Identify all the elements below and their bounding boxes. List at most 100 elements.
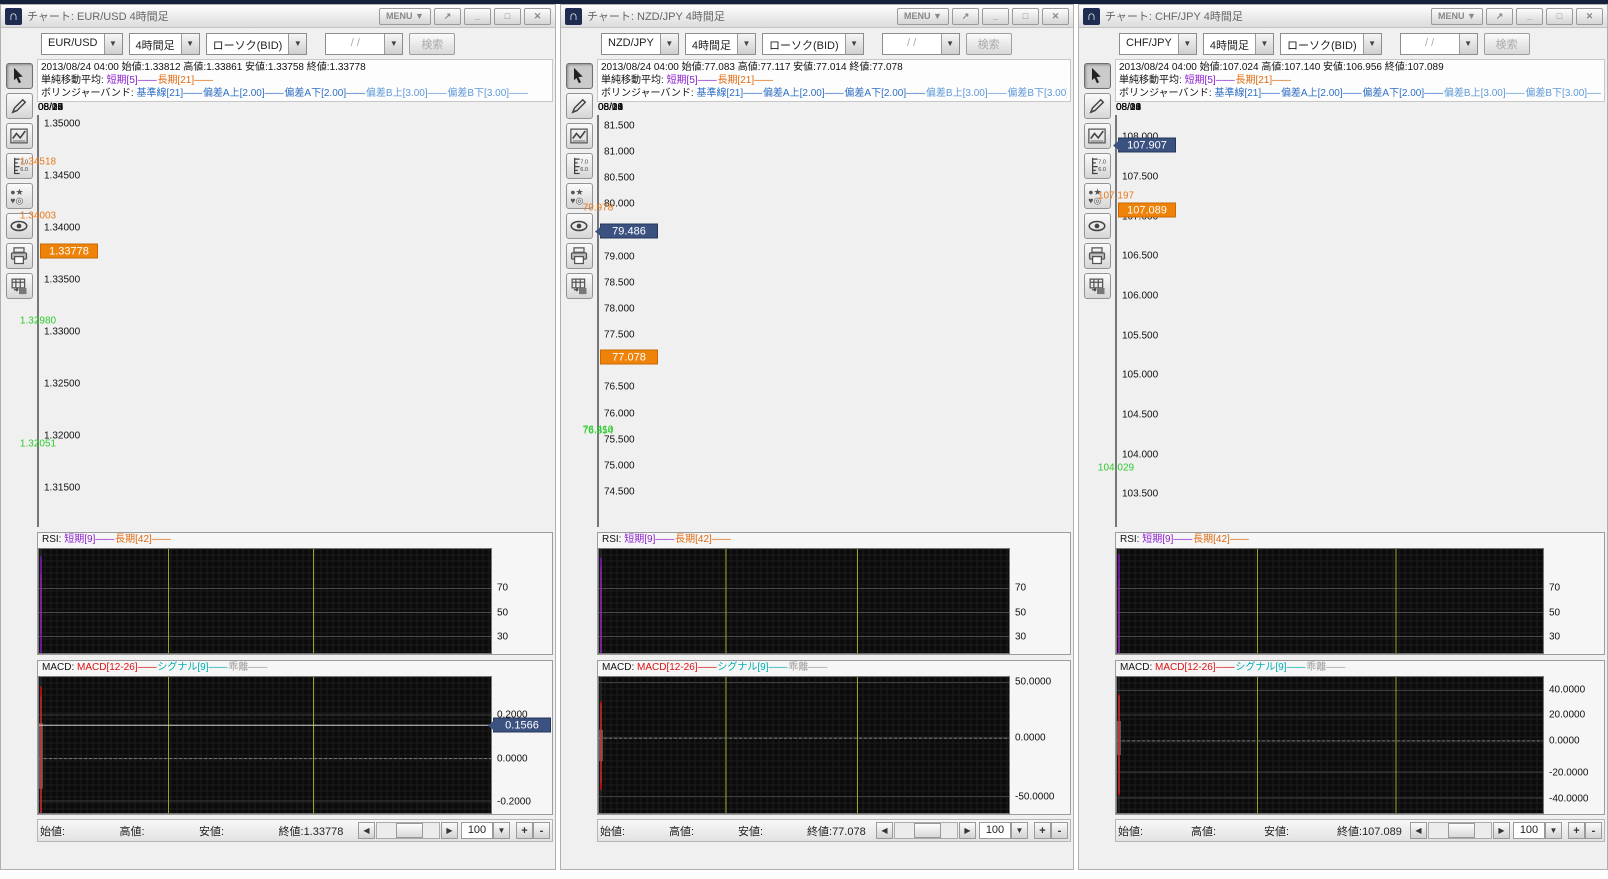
price-tick: 107.500 bbox=[1122, 171, 1158, 182]
export-tool-button[interactable] bbox=[566, 273, 593, 299]
minimize-button[interactable]: _ bbox=[464, 8, 491, 25]
bars-count-dropdown[interactable]: ▼ bbox=[1545, 822, 1562, 839]
legend-prefix: MACD: bbox=[602, 662, 637, 673]
legend-item: 偏差A上[2.00] bbox=[763, 88, 825, 99]
date-input[interactable]: / /▼ bbox=[325, 33, 403, 55]
pair-select[interactable]: EUR/USD▼ bbox=[41, 33, 123, 55]
scroll-right-button[interactable]: ▶ bbox=[959, 822, 976, 839]
date-input[interactable]: / /▼ bbox=[882, 33, 960, 55]
popout-button[interactable]: ↗ bbox=[952, 8, 979, 25]
timeframe-select[interactable]: 4時間足▼ bbox=[1203, 33, 1274, 55]
indicator-tool-button[interactable] bbox=[566, 123, 593, 149]
macd-plot[interactable] bbox=[38, 676, 492, 814]
rsi-plot[interactable] bbox=[1116, 548, 1544, 654]
menu-button[interactable]: MENU ▼ bbox=[897, 8, 949, 25]
scale-tool-button[interactable]: 7.06.0 bbox=[566, 153, 593, 179]
export-tool-button[interactable] bbox=[6, 273, 33, 299]
bollinger-legend: ボリンジャーバンド: 基準線[21]—— 偏差A上[2.00]—— 偏差A下[2… bbox=[41, 87, 549, 100]
legend-item: 偏差A上[2.00] bbox=[1281, 88, 1343, 99]
zoom-out-button[interactable]: - bbox=[1051, 822, 1068, 839]
cursor-tool-button[interactable] bbox=[6, 63, 33, 89]
chart-scrollbar[interactable] bbox=[376, 822, 440, 839]
pencil-tool-button[interactable] bbox=[1084, 93, 1111, 119]
print-tool-button[interactable] bbox=[1084, 243, 1111, 269]
chevron-down-icon: ▼ bbox=[104, 34, 122, 54]
menu-button[interactable]: MENU ▼ bbox=[1431, 8, 1483, 25]
cursor-tool-button[interactable] bbox=[566, 63, 593, 89]
indicator-tool-button[interactable] bbox=[1084, 123, 1111, 149]
print-tool-button[interactable] bbox=[566, 243, 593, 269]
macd-tick: 20.0000 bbox=[1549, 709, 1585, 720]
date-input[interactable]: / /▼ bbox=[1400, 33, 1478, 55]
scrollbar-thumb[interactable] bbox=[914, 823, 942, 838]
timeframe-select[interactable]: 4時間足▼ bbox=[129, 33, 200, 55]
zoom-in-button[interactable]: + bbox=[1568, 822, 1585, 839]
price-tick: 1.32500 bbox=[44, 378, 80, 389]
price-tick: 78.000 bbox=[604, 303, 635, 314]
date-tick: 08/23 bbox=[1116, 102, 1141, 113]
bars-count-dropdown[interactable]: ▼ bbox=[493, 822, 510, 839]
zoom-in-button[interactable]: + bbox=[1034, 822, 1051, 839]
rsi-plot[interactable] bbox=[598, 548, 1010, 654]
chevron-down-icon: ▼ bbox=[384, 34, 402, 54]
charttype-select[interactable]: ローソク(BID)▼ bbox=[206, 33, 308, 55]
marks-tool-button[interactable]: ●★♥◎ bbox=[6, 183, 33, 209]
cursor-tool-button[interactable] bbox=[1084, 63, 1111, 89]
close-button[interactable]: ✕ bbox=[524, 8, 551, 25]
price-tick: 81.500 bbox=[604, 120, 635, 131]
legend-line-swatch: —— bbox=[1272, 75, 1290, 86]
zoom-out-button[interactable]: - bbox=[533, 822, 550, 839]
price-tick: 106.000 bbox=[1122, 290, 1158, 301]
maximize-button[interactable]: □ bbox=[494, 8, 521, 25]
minimize-button[interactable]: _ bbox=[1516, 8, 1543, 25]
scroll-left-button[interactable]: ◀ bbox=[358, 822, 375, 839]
scrollbar-thumb[interactable] bbox=[396, 823, 424, 838]
zoom-in-button[interactable]: + bbox=[516, 822, 533, 839]
macd-axis: 40.000020.00000.0000-20.0000-40.0000 bbox=[1544, 676, 1604, 814]
scroll-left-button[interactable]: ◀ bbox=[1410, 822, 1427, 839]
scrollbar-thumb[interactable] bbox=[1448, 823, 1476, 838]
chart-scrollbar[interactable] bbox=[894, 822, 958, 839]
search-button[interactable]: 検索 bbox=[409, 33, 455, 55]
charttype-select[interactable]: ローソク(BID)▼ bbox=[1280, 33, 1382, 55]
macd-tick: 50.0000 bbox=[1015, 676, 1051, 687]
popout-button[interactable]: ↗ bbox=[1486, 8, 1513, 25]
bars-count-dropdown[interactable]: ▼ bbox=[1011, 822, 1028, 839]
pair-select[interactable]: NZD/JPY▼ bbox=[601, 33, 679, 55]
scroll-right-button[interactable]: ▶ bbox=[1493, 822, 1510, 839]
price-tick: 104.500 bbox=[1122, 410, 1158, 421]
search-button[interactable]: 検索 bbox=[966, 33, 1012, 55]
bottom-statusbar: 始値: 高値: 安値: 終値:77.078 ◀ ▶ 100 ▼ + - bbox=[597, 819, 1071, 842]
timeframe-select[interactable]: 4時間足▼ bbox=[685, 33, 756, 55]
scale-tool-button[interactable]: 7.06.0 bbox=[1084, 153, 1111, 179]
search-button[interactable]: 検索 bbox=[1484, 33, 1530, 55]
print-tool-button[interactable] bbox=[6, 243, 33, 269]
menu-button[interactable]: MENU ▼ bbox=[379, 8, 431, 25]
charttype-select[interactable]: ローソク(BID)▼ bbox=[762, 33, 864, 55]
legend-line-swatch: —— bbox=[1587, 88, 1601, 99]
popout-button[interactable]: ↗ bbox=[434, 8, 461, 25]
pencil-tool-button[interactable] bbox=[566, 93, 593, 119]
pencil-tool-button[interactable] bbox=[6, 93, 33, 119]
scroll-left-button[interactable]: ◀ bbox=[876, 822, 893, 839]
close-button[interactable]: ✕ bbox=[1042, 8, 1069, 25]
close-button[interactable]: ✕ bbox=[1576, 8, 1603, 25]
macd-plot[interactable] bbox=[1116, 676, 1544, 814]
legend-item: 偏差B上[3.00] bbox=[366, 88, 428, 99]
chart-scrollbar[interactable] bbox=[1428, 822, 1492, 839]
maximize-button[interactable]: □ bbox=[1546, 8, 1573, 25]
visibility-tool-button[interactable] bbox=[1084, 213, 1111, 239]
macd-plot[interactable] bbox=[598, 676, 1010, 814]
legend-item: 乖離 bbox=[788, 662, 808, 673]
bars-count: 100 bbox=[979, 822, 1011, 839]
export-tool-button[interactable] bbox=[1084, 273, 1111, 299]
minimize-button[interactable]: _ bbox=[982, 8, 1009, 25]
legend-line-swatch: —— bbox=[248, 662, 266, 673]
maximize-button[interactable]: □ bbox=[1012, 8, 1039, 25]
pair-select[interactable]: CHF/JPY▼ bbox=[1119, 33, 1197, 55]
zoom-out-button[interactable]: - bbox=[1585, 822, 1602, 839]
visibility-tool-button[interactable] bbox=[566, 213, 593, 239]
rsi-plot[interactable] bbox=[38, 548, 492, 654]
scroll-right-button[interactable]: ▶ bbox=[441, 822, 458, 839]
indicator-tool-button[interactable] bbox=[6, 123, 33, 149]
